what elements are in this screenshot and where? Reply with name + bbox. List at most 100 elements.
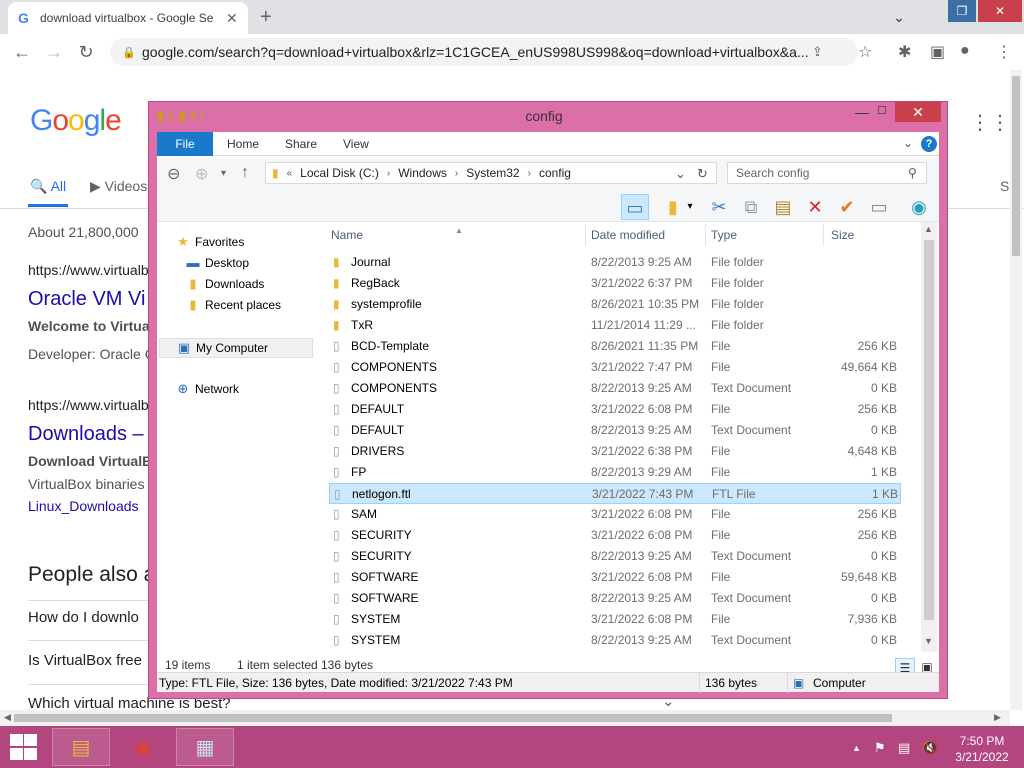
file-row[interactable]: ▯ FP 8/22/2013 9:29 AM File 1 KB (329, 462, 901, 483)
folder-row[interactable]: ▮ systemprofile 8/26/2021 10:35 PM File fol… (329, 294, 901, 315)
result-title[interactable]: Downloads – (28, 423, 144, 446)
help-icon[interactable]: ? (921, 136, 937, 152)
address-bar[interactable]: ▮ « Local Disk (C:) › Windows › System32… (265, 162, 717, 184)
column-header-name[interactable]: Name ▲ (331, 226, 463, 242)
file-row[interactable]: ▯ SOFTWARE 8/22/2013 9:25 AM Text Document 0… (329, 588, 901, 609)
sitelink[interactable]: Linux_Downloads (28, 498, 139, 514)
folder-row[interactable]: ▮ TxR 11/21/2014 11:29 ... File folder (329, 315, 901, 336)
refresh-icon[interactable]: ↻ (697, 166, 708, 182)
tab-share[interactable]: Share (285, 132, 317, 156)
restore-button[interactable]: ❐ (948, 0, 976, 22)
breadcrumb-item[interactable]: Local Disk (C:) (300, 166, 379, 180)
folder-row[interactable]: ▮ RegBack 3/21/2022 6:37 PM File folder (329, 273, 901, 294)
file-explorer-taskbar-icon[interactable]: ▤ (52, 728, 110, 766)
file-row[interactable]: ▯ SYSTEM 8/22/2013 9:25 AM Text Document 0 K… (329, 630, 901, 651)
file-row[interactable]: ▯ SECURITY 3/21/2022 6:08 PM File 256 KB (329, 525, 901, 546)
scroll-thumb[interactable] (924, 240, 934, 620)
preview-pane-icon[interactable]: ▭ (621, 194, 649, 220)
select-icon[interactable]: ▭ (865, 194, 893, 220)
chrome-taskbar-icon[interactable]: ◉ (114, 728, 172, 766)
breadcrumb-item[interactable]: config (539, 166, 571, 180)
file-row[interactable]: ▯ BCD-Template 8/26/2021 11:35 PM File 256 K… (329, 336, 901, 357)
page-scrollbar-horizontal[interactable]: ◀ ▶ (0, 710, 1010, 726)
dropdown-icon[interactable]: ▾ (683, 194, 697, 220)
cut-icon[interactable]: ✂ (705, 194, 733, 220)
nav-downloads[interactable]: ▮ Downloads (183, 276, 264, 292)
scroll-down-icon[interactable]: ▼ (924, 636, 933, 646)
extensions-icon[interactable]: ✱ (898, 42, 911, 62)
file-row[interactable]: ▯ SAM 3/21/2022 6:08 PM File 256 KB (329, 504, 901, 525)
column-divider[interactable] (585, 224, 586, 246)
profile-icon[interactable]: ● (960, 42, 970, 60)
forward-icon[interactable]: ⊕ (195, 164, 208, 184)
nav-recent-places[interactable]: ▮ Recent places (183, 297, 281, 313)
result-title[interactable]: Oracle VM Vi (28, 288, 145, 311)
file-row[interactable]: ▯ DEFAULT 8/22/2013 9:25 AM Text Document 0 … (329, 420, 901, 441)
url-text[interactable]: google.com/search?q=download+virtualbox&… (142, 44, 812, 60)
browser-tab[interactable]: G download virtualbox - Google Se ✕ (8, 2, 248, 34)
delete-icon[interactable]: ✕ (801, 194, 829, 220)
recent-locations-icon[interactable]: ▾ (221, 168, 226, 179)
paste-icon[interactable]: ▤ (769, 194, 797, 220)
action-center-flag-icon[interactable]: ⚑ (874, 740, 886, 756)
breadcrumb-overflow[interactable]: « (287, 168, 293, 179)
close-button[interactable]: ✕ (895, 102, 941, 122)
file-row[interactable]: ▯ DEFAULT 3/21/2022 6:08 PM File 256 KB (329, 399, 901, 420)
tab-right-partial[interactable]: S (1000, 178, 1009, 194)
close-button[interactable]: ✕ (978, 0, 1022, 22)
up-icon[interactable]: ↑ (241, 164, 249, 182)
chevron-right-icon[interactable]: › (455, 168, 458, 179)
start-button[interactable] (8, 734, 38, 760)
column-divider[interactable] (705, 224, 706, 246)
tab-videos[interactable]: ▶ Videos (90, 178, 147, 195)
column-header-size[interactable]: Size (831, 228, 854, 242)
address-dropdown-icon[interactable]: ⌄ (675, 166, 686, 182)
rename-icon[interactable]: ✔ (833, 194, 861, 220)
chevron-down-icon[interactable]: ⌄ (888, 6, 910, 28)
column-header-date[interactable]: Date modified (591, 228, 665, 242)
show-hidden-icons-icon[interactable]: ▲ (852, 743, 861, 753)
close-tab-icon[interactable]: ✕ (226, 10, 238, 27)
star-icon[interactable]: ☆ (858, 42, 872, 62)
file-row[interactable]: ▯ SYSTEM 3/21/2022 6:08 PM File 7,936 KB (329, 609, 901, 630)
forward-icon[interactable]: → (38, 42, 70, 63)
breadcrumb-item[interactable]: Windows (398, 166, 447, 180)
page-scrollbar-vertical[interactable] (1010, 70, 1022, 710)
chevron-right-icon[interactable]: › (387, 168, 390, 179)
search-input[interactable]: Search config ⚲ (727, 162, 927, 184)
back-icon[interactable]: ⊖ (167, 164, 180, 184)
scroll-right-icon[interactable]: ▶ (994, 712, 1001, 723)
chevron-right-icon[interactable]: › (528, 168, 531, 179)
question-item[interactable]: How do I downlo (28, 609, 139, 626)
result-url[interactable]: https://www.virtualb (28, 397, 149, 413)
google-logo[interactable]: Google (30, 104, 122, 138)
reload-icon[interactable]: ↻ (70, 42, 102, 63)
folder-row[interactable]: ▮ Journal 8/22/2013 9:25 AM File folder (329, 252, 901, 273)
column-header-type[interactable]: Type (711, 228, 737, 242)
globe-icon[interactable]: ◉ (905, 194, 933, 220)
omnibox[interactable]: 🔒 google.com/search?q=download+virtualbo… (110, 38, 858, 66)
tab-view[interactable]: View (343, 132, 369, 156)
file-row[interactable]: ▯ SOFTWARE 3/21/2022 6:08 PM File 59,648 KB (329, 567, 901, 588)
file-row[interactable]: ▯ SECURITY 8/22/2013 9:25 AM Text Document 0… (329, 546, 901, 567)
question-item[interactable]: Is VirtualBox free (28, 652, 142, 669)
breadcrumb-item[interactable]: System32 (466, 166, 519, 180)
scroll-up-icon[interactable]: ▲ (924, 224, 933, 234)
scroll-thumb[interactable] (14, 714, 892, 722)
tab-home[interactable]: Home (227, 132, 259, 156)
nav-network[interactable]: ⊕ Network (173, 381, 239, 397)
network-icon[interactable]: ▤ (898, 740, 910, 756)
copy-icon[interactable]: ⧉ (737, 194, 765, 220)
tab-file[interactable]: File (157, 132, 213, 156)
back-icon[interactable]: ← (6, 42, 38, 63)
control-panel-taskbar-icon[interactable]: ▦ (176, 728, 234, 766)
file-row[interactable]: ▯ COMPONENTS 8/22/2013 9:25 AM Text Documen… (329, 378, 901, 399)
scroll-left-icon[interactable]: ◀ (4, 712, 11, 723)
file-row[interactable]: ▯ netlogon.ftl 3/21/2022 7:43 PM FTL File 1 … (329, 483, 901, 504)
volume-muted-icon[interactable]: 🔇 (922, 740, 938, 756)
share-icon[interactable]: ⇪ (812, 44, 842, 60)
tab-all[interactable]: 🔍 All (30, 178, 66, 195)
explorer-titlebar[interactable]: ▮ ▯ ▮ ▾ | config — ☐ ✕ (149, 102, 947, 130)
clock[interactable]: 7:50 PM 3/21/2022 (950, 733, 1014, 765)
maximize-button[interactable]: ☐ (877, 104, 891, 117)
